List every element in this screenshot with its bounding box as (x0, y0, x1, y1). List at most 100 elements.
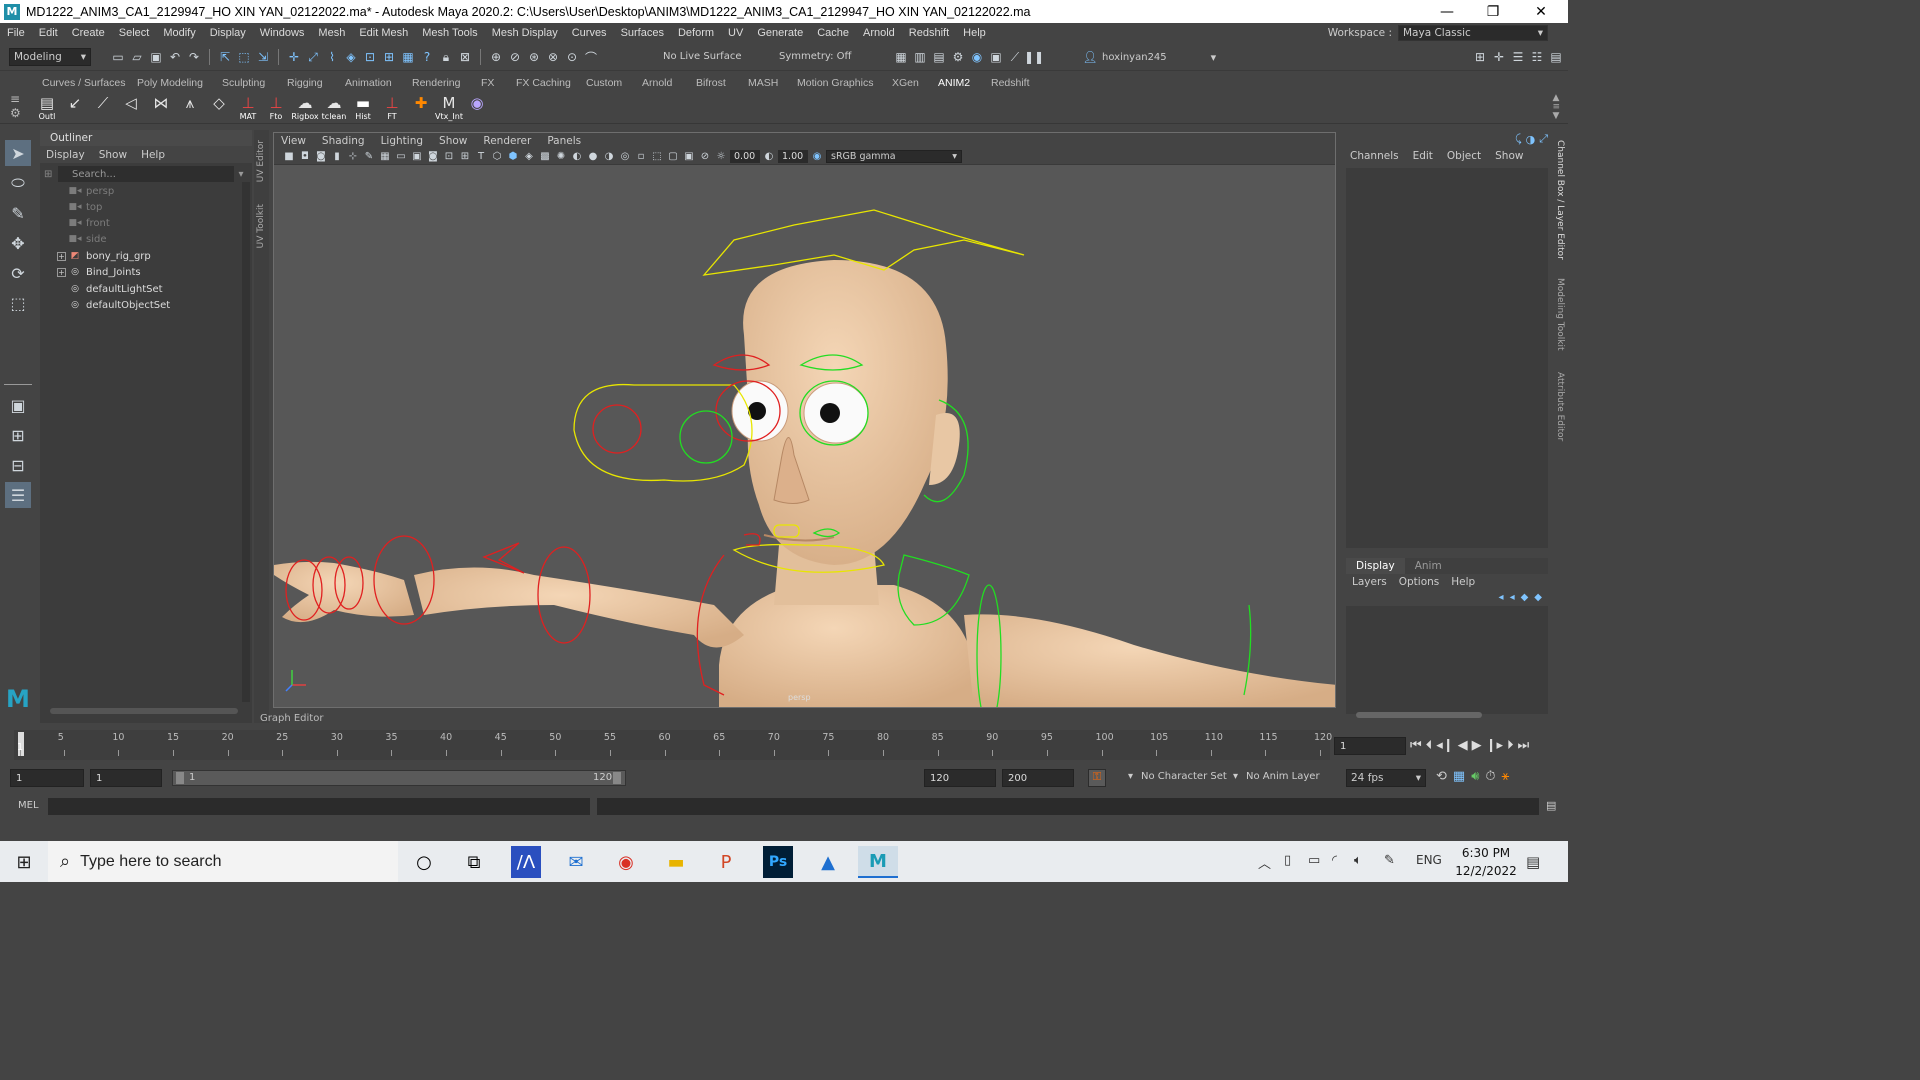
outliner-scrollbar[interactable] (242, 182, 250, 702)
shelf-pin-button[interactable]: ✚ (408, 94, 434, 124)
shelf-ik-spline-button[interactable]: ◁ (118, 94, 144, 124)
color-space-dropdown[interactable]: sRGB gamma ▾ (826, 150, 962, 163)
viewport-menu-lighting[interactable]: Lighting (381, 135, 423, 147)
mel-label[interactable]: MEL (18, 800, 39, 811)
outliner-menu-display[interactable]: Display (46, 149, 85, 161)
menu-cache[interactable]: Cache (810, 27, 856, 39)
range-end-handle[interactable] (613, 772, 621, 784)
go-to-end-icon[interactable]: ⏭ (1518, 738, 1530, 753)
shelf-tab-rendering[interactable]: Rendering (412, 77, 460, 89)
menu-mesh[interactable]: Mesh (311, 27, 352, 39)
screen-space-ao-icon[interactable]: ● (586, 150, 600, 164)
shelf-tab-poly-modeling[interactable]: Poly Modeling (137, 77, 203, 89)
shelf-tab-animation[interactable]: Animation (345, 77, 392, 89)
new-scene-icon[interactable]: ▭ (110, 49, 126, 65)
shelf-tab-redshift[interactable]: Redshift (991, 77, 1030, 89)
start-time-input[interactable]: 1 (10, 769, 84, 787)
render-view-icon[interactable]: ▣ (988, 49, 1004, 65)
windows-start-icon[interactable]: ⊞ (4, 846, 44, 878)
new-layer-icon[interactable]: ◆ (1521, 592, 1529, 603)
step-forward-key-icon[interactable]: ❙▸ (1486, 738, 1503, 753)
mask-dynamics-icon[interactable]: ⊞ (381, 49, 397, 65)
channel-tool-icon[interactable]: ⤹ (1515, 132, 1522, 146)
outliner-search-input[interactable]: Search... (58, 166, 234, 182)
outliner-item-persp[interactable]: ■◂ persp (68, 183, 114, 199)
channel-menu-edit[interactable]: Edit (1413, 150, 1433, 162)
open-scene-icon[interactable]: ▱ (129, 49, 145, 65)
move-tool-icon[interactable]: ✥ (5, 230, 31, 256)
tray-clock[interactable]: 6:30 PM 12/2/2022 (1450, 844, 1522, 880)
select-component-icon[interactable]: ⇲ (255, 49, 271, 65)
playback-end-input[interactable]: 120 (924, 769, 996, 787)
four-view-layout-icon[interactable]: ⊞ (5, 422, 31, 448)
field-chart-icon[interactable]: ⊡ (442, 150, 456, 164)
fps-dropdown[interactable]: 24 fps ▾ (1346, 769, 1426, 787)
menu-create[interactable]: Create (65, 27, 112, 39)
shelf-tab-arnold[interactable]: Arnold (642, 77, 672, 89)
scene-canvas[interactable] (274, 165, 1336, 708)
chrome-icon[interactable]: ◉ (606, 846, 646, 878)
go-to-start-icon[interactable]: ⏮ (1410, 738, 1422, 753)
range-start-handle[interactable] (176, 772, 184, 784)
channel-menu-channels[interactable]: Channels (1350, 150, 1399, 162)
attribute-editor-icon[interactable]: ☰ (1510, 49, 1526, 65)
anti-aliasing-icon[interactable]: ◎ (618, 150, 632, 164)
menu-help[interactable]: Help (956, 27, 993, 39)
menu-surfaces[interactable]: Surfaces (614, 27, 671, 39)
move-layer-down-icon[interactable]: ◂ (1510, 592, 1515, 603)
textured-icon[interactable]: ▩ (538, 150, 552, 164)
anim-prefs-icon[interactable]: ⚹ (1502, 769, 1510, 784)
outliner-item-default-light-set[interactable]: ◎ defaultLightSet (68, 281, 163, 297)
scale-tool-icon[interactable]: ⬚ (5, 290, 31, 316)
menu-edit-mesh[interactable]: Edit Mesh (352, 27, 415, 39)
snap-live-icon[interactable]: ⊙ (564, 49, 580, 65)
step-back-key-icon[interactable]: ◂❙ (1436, 738, 1453, 753)
shelf-outliner-button[interactable]: ▤ Outl (34, 94, 60, 124)
outliner-item-default-object-set[interactable]: ◎ defaultObjectSet (68, 297, 170, 313)
rotate-tool-icon[interactable]: ⟳ (5, 260, 31, 286)
wireframe-icon[interactable]: ⬡ (490, 150, 504, 164)
symmetry-label[interactable]: Symmetry: Off (779, 51, 851, 62)
range-slider[interactable]: 1 120 (172, 770, 626, 786)
layer-menu-help[interactable]: Help (1451, 576, 1475, 588)
two-view-layout-icon[interactable]: ⊟ (5, 452, 31, 478)
image-plane-icon[interactable]: ▮ (330, 150, 344, 164)
lasso-tool-icon[interactable]: ⬭ (5, 170, 31, 196)
menu-curves[interactable]: Curves (565, 27, 614, 39)
shelf-tab-fx[interactable]: FX (481, 77, 494, 89)
chevron-down-icon[interactable]: ▾ (234, 169, 248, 180)
exposure-input[interactable]: 0.00 (730, 150, 760, 163)
isolate-select-icon[interactable]: ⬚ (650, 150, 664, 164)
layer-list-area[interactable] (1346, 606, 1548, 714)
shelf-fto-button[interactable]: ⊥ Fto (263, 94, 289, 124)
uv-toolkit-tab[interactable]: UV Toolkit (256, 204, 266, 248)
task-view-icon[interactable]: ⧉ (454, 846, 494, 878)
powerpoint-icon[interactable]: P (706, 846, 746, 878)
end-time-input[interactable]: 200 (1002, 769, 1074, 787)
snap-view-icon[interactable]: ⊗ (545, 49, 561, 65)
shelf-hist-button[interactable]: ▬ Hist (350, 94, 376, 124)
shelf-ik-handle-button[interactable]: ⟋ (90, 94, 116, 124)
color-management-icon[interactable]: ◉ (810, 150, 824, 164)
grid-icon[interactable]: ▦ (378, 150, 392, 164)
play-forwards-icon[interactable]: ▶ (1472, 738, 1482, 753)
taskbar-search-input[interactable]: Type here to search (80, 853, 221, 871)
menu-select[interactable]: Select (112, 27, 157, 39)
gamma-icon[interactable]: ◐ (762, 150, 776, 164)
menu-mesh-display[interactable]: Mesh Display (485, 27, 565, 39)
safe-title-icon[interactable]: T (474, 150, 488, 164)
mel-command-input[interactable] (48, 798, 590, 815)
shelf-tab-mash[interactable]: MASH (748, 77, 778, 89)
shelf-tab-bifrost[interactable]: Bifrost (696, 77, 726, 89)
chevron-down-icon[interactable]: ▾ (1211, 51, 1217, 64)
shelf-tab-custom[interactable]: Custom (586, 77, 622, 89)
undo-icon[interactable]: ↶ (167, 49, 183, 65)
safe-action-icon[interactable]: ⊞ (458, 150, 472, 164)
shelf-tab-rigging[interactable]: Rigging (287, 77, 323, 89)
depth-of-field-icon[interactable]: ▫ (634, 150, 648, 164)
shelf-bind-skin-button[interactable]: ⋈ (148, 94, 174, 124)
channel-menu-show[interactable]: Show (1495, 150, 1523, 162)
shelf-tclean-button[interactable]: ☁ tclean (321, 94, 347, 124)
mask-misc-icon[interactable]: ? (419, 49, 435, 65)
tray-language[interactable]: ENG (1416, 853, 1442, 867)
